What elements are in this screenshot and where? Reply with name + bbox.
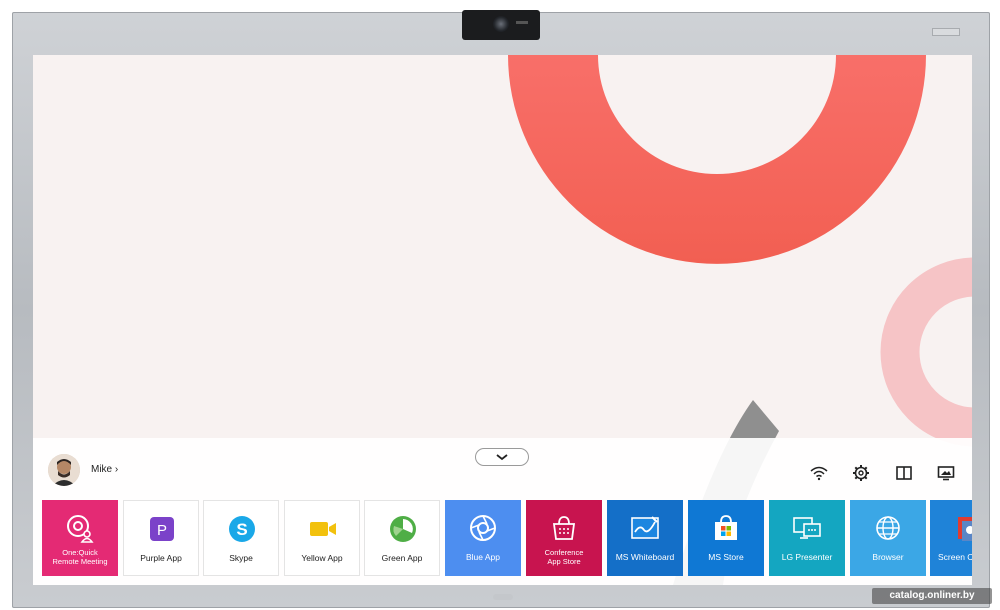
split-screen-icon[interactable] bbox=[895, 464, 913, 482]
app-tile-blue-app[interactable]: Blue App bbox=[445, 500, 521, 576]
blue-app-icon bbox=[470, 515, 496, 541]
app-tile-ms-whiteboard[interactable]: MS Whiteboard bbox=[607, 500, 683, 576]
yellow-app-icon bbox=[310, 522, 336, 536]
webcam bbox=[462, 10, 540, 40]
conference-store-icon bbox=[552, 516, 576, 540]
user-avatar[interactable] bbox=[48, 454, 80, 486]
app-tile-purple-app[interactable]: P Purple App bbox=[123, 500, 199, 576]
app-label: MS Store bbox=[708, 552, 744, 562]
avatar-image bbox=[48, 454, 80, 486]
app-tile-screen-c[interactable]: Screen C bbox=[930, 500, 972, 576]
launcher-dock: Mike › One:Quick Remote Meeting P Purple… bbox=[33, 438, 972, 585]
chevron-right-icon: › bbox=[114, 464, 119, 475]
green-app-icon bbox=[390, 516, 416, 542]
svg-text:P: P bbox=[157, 522, 167, 539]
app-tile-lg-presenter[interactable]: LG Presenter bbox=[769, 500, 845, 576]
wallpaper-pink-ring bbox=[880, 257, 972, 447]
svg-text:S: S bbox=[236, 520, 247, 539]
settings-gear-icon[interactable] bbox=[852, 464, 870, 482]
purple-app-icon: P bbox=[150, 517, 174, 541]
webcam-lens bbox=[493, 16, 509, 32]
wallpaper-red-ring bbox=[508, 55, 926, 264]
lg-presenter-icon bbox=[793, 517, 821, 539]
skype-icon: S bbox=[229, 516, 255, 542]
whiteboard-icon bbox=[631, 516, 659, 539]
app-label: LG Presenter bbox=[781, 552, 833, 562]
one-quick-icon bbox=[67, 515, 94, 543]
app-label: Yellow App bbox=[301, 553, 343, 563]
display-screen: Mike › One:Quick Remote Meeting P Purple… bbox=[33, 55, 972, 585]
app-tile-browser[interactable]: Browser bbox=[850, 500, 926, 576]
app-label: Purple App bbox=[140, 553, 182, 563]
app-label: Conference App Store bbox=[526, 548, 602, 566]
screen-c-icon bbox=[958, 517, 972, 541]
app-label: One:Quick Remote Meeting bbox=[42, 548, 118, 566]
watermark: catalog.onliner.by bbox=[872, 588, 992, 604]
bezel-logo bbox=[493, 594, 513, 600]
app-label-line: One:Quick bbox=[62, 548, 98, 557]
app-label-line: App Store bbox=[547, 557, 581, 566]
bezel-badge bbox=[932, 28, 960, 36]
app-tile-one-quick[interactable]: One:Quick Remote Meeting bbox=[42, 500, 118, 576]
app-tile-ms-store[interactable]: MS Store bbox=[688, 500, 764, 576]
screen-share-icon[interactable] bbox=[937, 464, 955, 482]
app-label-line: Remote Meeting bbox=[52, 557, 108, 566]
webcam-logo bbox=[516, 21, 528, 24]
app-label: Screen C bbox=[938, 552, 972, 562]
app-label: Blue App bbox=[465, 552, 501, 562]
app-tile-yellow-app[interactable]: Yellow App bbox=[284, 500, 360, 576]
chevron-down-icon bbox=[496, 454, 508, 461]
user-name: Mike bbox=[91, 464, 113, 475]
app-label: MS Whiteboard bbox=[615, 552, 675, 562]
collapse-dock-button[interactable] bbox=[475, 448, 529, 466]
app-tile-skype[interactable]: S Skype bbox=[203, 500, 279, 576]
app-tile-conference-app-store[interactable]: Conference App Store bbox=[526, 500, 602, 576]
wifi-icon[interactable] bbox=[810, 464, 828, 482]
app-tile-green-app[interactable]: Green App bbox=[364, 500, 440, 576]
app-label-line: Conference bbox=[544, 548, 584, 557]
app-label: Green App bbox=[381, 553, 423, 563]
app-label: Browser bbox=[872, 552, 904, 562]
user-profile-link[interactable]: Mike › bbox=[91, 464, 118, 475]
browser-icon bbox=[876, 516, 900, 540]
app-label: Skype bbox=[229, 553, 253, 563]
ms-store-icon bbox=[715, 515, 737, 540]
